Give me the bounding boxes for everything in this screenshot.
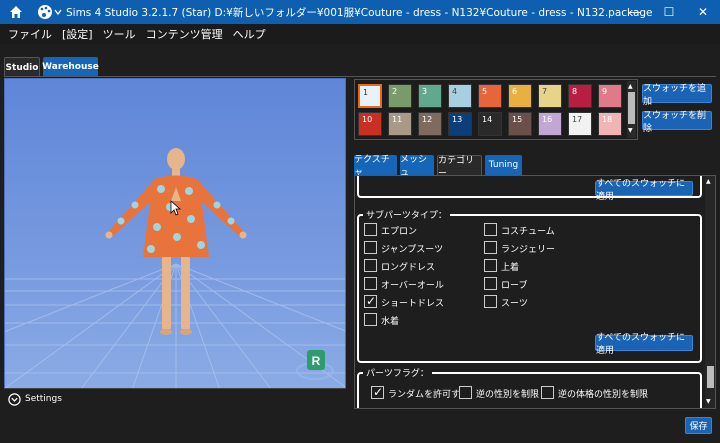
swatch-3[interactable]: 3	[418, 84, 442, 108]
swatch-scroll-thumb[interactable]	[628, 92, 635, 124]
swatch-11[interactable]: 11	[388, 112, 412, 136]
menu-tools[interactable]: ツール	[103, 26, 136, 42]
swatch-10[interactable]: 10	[358, 112, 382, 136]
add-swatch-button[interactable]: スウォッチを追加	[642, 84, 712, 107]
flag-1-checkbox[interactable]	[459, 386, 472, 399]
tab-divider	[4, 76, 716, 77]
swatch-9[interactable]: 9	[598, 84, 622, 108]
subpart-right-3-checkbox[interactable]	[484, 277, 497, 290]
subpart-right-4-checkbox[interactable]	[484, 295, 497, 308]
swatch-17[interactable]: 17	[568, 112, 592, 136]
menu-content[interactable]: コンテンツ管理	[146, 26, 223, 42]
tab-tuning[interactable]: Tuning	[485, 155, 522, 175]
subpart-left-5-label[interactable]: 水着	[381, 314, 399, 327]
subpart-right-0-checkbox[interactable]	[484, 223, 497, 236]
subparts-title: サブパーツタイプ：	[363, 208, 450, 221]
swatch-14[interactable]: 14	[478, 112, 502, 136]
swatch-4[interactable]: 4	[448, 84, 472, 108]
category-scroll-down-icon[interactable]: ▼	[706, 398, 711, 405]
menu-file[interactable]: ファイル	[8, 26, 52, 42]
subpart-right-4-label[interactable]: スーツ	[501, 296, 528, 309]
swatch-18[interactable]: 18	[598, 112, 622, 136]
flag-1-label[interactable]: 逆の性別を制限	[476, 387, 539, 400]
subpart-right-2-checkbox[interactable]	[484, 259, 497, 272]
checkmark-icon: ✓	[373, 385, 384, 399]
settings-bar[interactable]: Settings	[4, 388, 346, 409]
chevron-down-circle-icon[interactable]	[8, 392, 21, 406]
r-badge-letter: R	[312, 354, 321, 368]
subpart-left-3-checkbox[interactable]	[364, 277, 377, 290]
category-panel: すべてのスウォッチに適用 サブパーツタイプ： すべてのスウォッチに適用 パーツフ…	[354, 175, 716, 409]
scroll-up-icon[interactable]: ▲	[628, 83, 633, 90]
flag-2-checkbox[interactable]	[541, 386, 554, 399]
subpart-left-5-checkbox[interactable]	[364, 313, 377, 326]
swatch-scrollbar[interactable]: ▲ ▼	[627, 81, 636, 138]
apply-all-swatches-button-2[interactable]: すべてのスウォッチに適用	[595, 333, 693, 356]
swatch-7[interactable]: 7	[538, 84, 562, 108]
swatch-16[interactable]: 16	[538, 112, 562, 136]
home-icon[interactable]	[8, 4, 24, 20]
checkmark-icon: ✓	[366, 294, 377, 308]
subpart-right-1-checkbox[interactable]	[484, 241, 497, 254]
subpart-left-4-checkbox[interactable]: ✓	[364, 295, 377, 308]
subpart-left-0-label[interactable]: エプロン	[381, 224, 417, 237]
subpart-left-3-label[interactable]: オーバーオール	[381, 278, 444, 291]
close-button[interactable]: ✕	[686, 0, 720, 24]
flags-title: パーツフラグ：	[363, 366, 432, 379]
maximize-button[interactable]: ☐	[652, 0, 686, 24]
swatch-15[interactable]: 15	[508, 112, 532, 136]
category-scroll-up-icon[interactable]: ▲	[706, 178, 711, 185]
menu-help[interactable]: ヘルプ	[233, 26, 266, 42]
viewport-scene: R	[5, 79, 345, 408]
tab-warehouse[interactable]: Warehouse	[42, 57, 99, 77]
subpart-left-2-label[interactable]: ロングドレス	[381, 260, 435, 273]
subpart-left-2-checkbox[interactable]	[364, 259, 377, 272]
flag-2-label[interactable]: 逆の体格の性別を制限	[558, 387, 648, 400]
flag-0-checkbox[interactable]: ✓	[371, 386, 384, 399]
save-button[interactable]: 保存	[685, 417, 712, 434]
3d-viewport[interactable]: R	[4, 78, 346, 409]
delete-swatch-button[interactable]: スウォッチを削除	[642, 111, 712, 134]
subpart-right-1-label[interactable]: ランジェリー	[501, 242, 555, 255]
apply-all-swatches-button-1[interactable]: すべてのスウォッチに適用	[595, 179, 693, 202]
subpart-right-0-label[interactable]: コスチューム	[501, 224, 555, 237]
swatch-12[interactable]: 12	[418, 112, 442, 136]
swatch-8[interactable]: 8	[568, 84, 592, 108]
swatch-6[interactable]: 6	[508, 84, 532, 108]
tab-mesh[interactable]: メッシュ	[400, 155, 434, 178]
swatch-13[interactable]: 13	[448, 112, 472, 136]
subpart-left-1-label[interactable]: ジャンプスーツ	[381, 242, 443, 255]
menu-settings[interactable]: [設定]	[62, 26, 93, 42]
category-scroll-thumb[interactable]	[707, 366, 714, 388]
subpart-right-2-label[interactable]: 上着	[501, 260, 519, 273]
swatch-2[interactable]: 2	[388, 84, 412, 108]
window-title: Sims 4 Studio 3.2.1.7 (Star) D:¥新しいフォルダー…	[66, 6, 653, 19]
tab-studio[interactable]: Studio	[4, 57, 40, 77]
minimize-button[interactable]: —	[618, 0, 652, 24]
subpart-left-1-checkbox[interactable]	[364, 241, 377, 254]
scroll-down-icon[interactable]: ▼	[628, 127, 633, 134]
flag-0-label[interactable]: ランダムを許可する	[388, 387, 469, 400]
r-badge: R	[307, 350, 325, 370]
palette-icon[interactable]	[36, 4, 62, 20]
settings-label[interactable]: Settings	[25, 394, 62, 404]
swatch-1[interactable]: 1	[358, 84, 382, 108]
tab-texture[interactable]: テクスチャ	[354, 155, 397, 178]
subpart-left-0-checkbox[interactable]	[364, 223, 377, 236]
subpart-right-3-label[interactable]: ローブ	[501, 278, 527, 291]
tab-category[interactable]: カテゴリー	[437, 155, 482, 179]
swatch-5[interactable]: 5	[478, 84, 502, 108]
title-bar: Sims 4 Studio 3.2.1.7 (Star) D:¥新しいフォルダー…	[0, 0, 720, 24]
subpart-left-4-label[interactable]: ショートドレス	[381, 296, 444, 309]
menu-bar: ファイル [設定] ツール コンテンツ管理 ヘルプ	[0, 24, 720, 44]
category-scrollbar[interactable]: ▲ ▼	[705, 176, 715, 408]
